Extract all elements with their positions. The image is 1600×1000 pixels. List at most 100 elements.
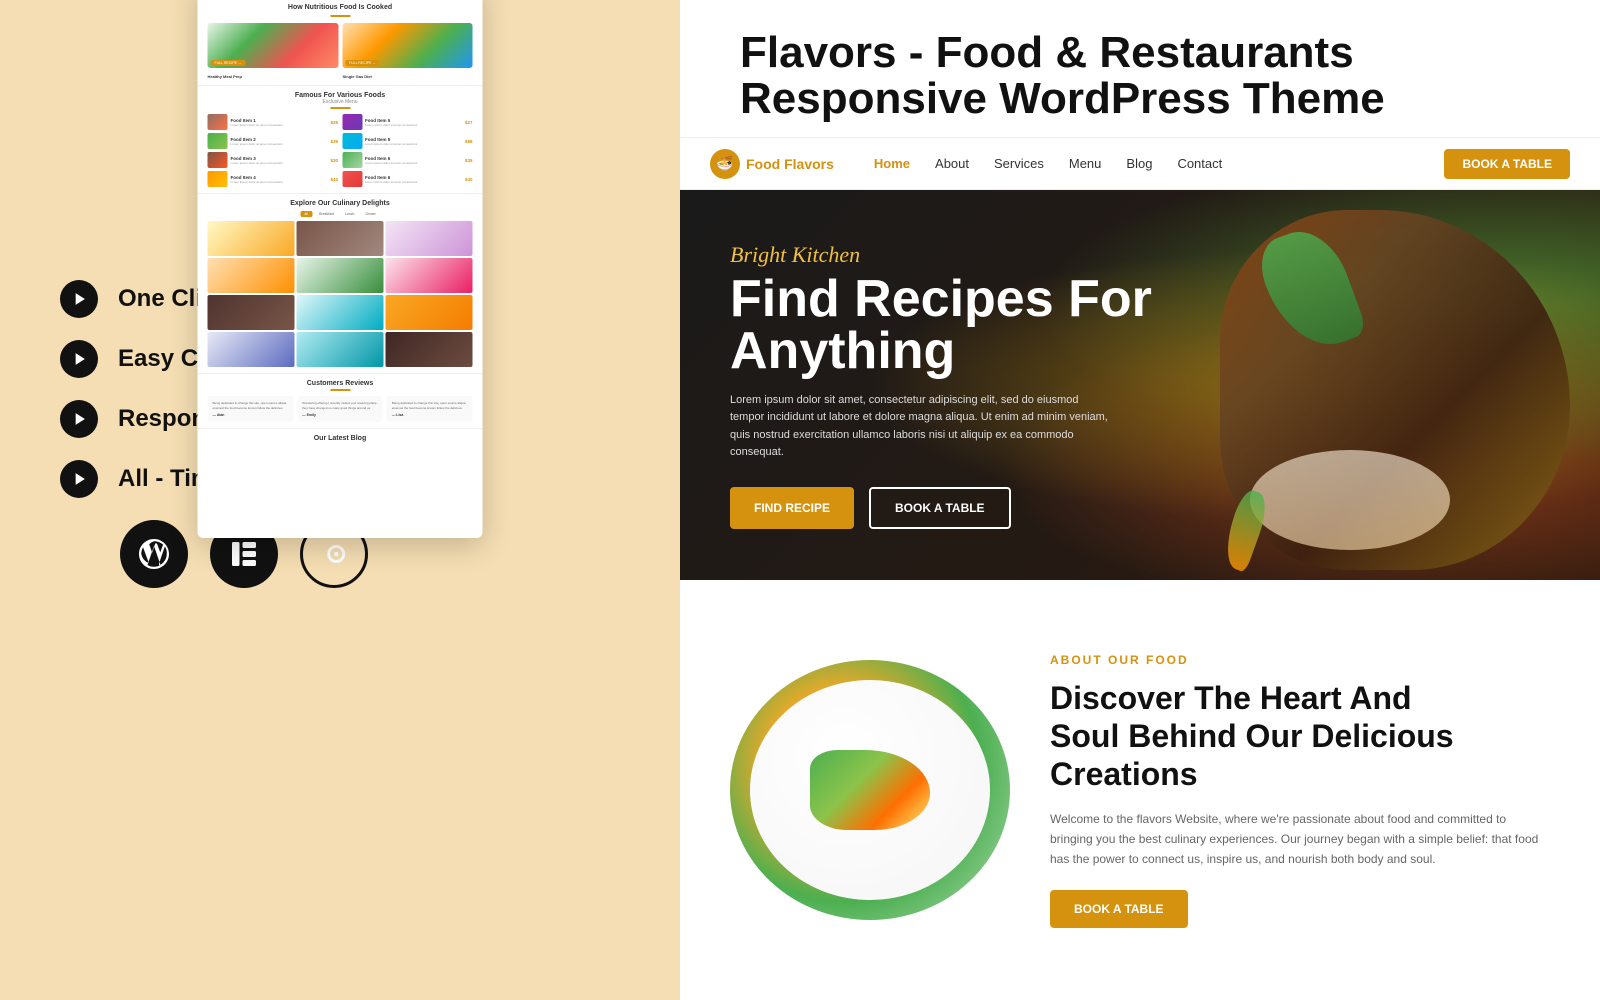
menu-row-6: Food Item 5 Lorem ipsum dolor sit amet c…	[342, 133, 473, 149]
tab-all[interactable]: All	[300, 211, 312, 217]
nav-logo: 🍜 Food Flavors	[710, 149, 834, 179]
nav-link-blog[interactable]: Blog	[1126, 156, 1152, 171]
about-label: ABOUT OUR FOOD	[1050, 653, 1550, 667]
cul-img-3	[386, 221, 473, 256]
nav-logo-text: Food Flavors	[746, 156, 834, 172]
mockup-s2-title: Famous For Various Foods	[208, 92, 473, 99]
food-bowl-decor	[1250, 450, 1450, 550]
menu-img-1	[208, 114, 228, 130]
menu-row-2: Food Item 2 Lorem ipsum dolor sit amet c…	[208, 133, 339, 149]
menu-price-3: $30	[330, 158, 338, 163]
nav-logo-icon: 🍜	[710, 149, 740, 179]
hero-subtitle: Bright Kitchen	[730, 242, 1152, 268]
review-1: Being dedicated to change this site, ope…	[208, 396, 294, 422]
about-content: ABOUT OUR FOOD Discover The Heart AndSou…	[1050, 653, 1550, 928]
mockup-s1-divider	[330, 15, 350, 17]
demo-hero: Bright Kitchen Find Recipes ForAnything …	[680, 190, 1600, 580]
about-food-decoration	[810, 750, 930, 830]
demo-navbar: 🍜 Food Flavors Home About Services Menu …	[680, 138, 1600, 190]
menu-desc-7: Lorem ipsum dolor sit amet consectetur	[365, 161, 462, 165]
culinary-grid	[208, 221, 473, 367]
tab-dinner[interactable]: Dinner	[361, 211, 379, 217]
page-container: How Nutritious Food Is Cooked FULL RECIP…	[0, 0, 1600, 1000]
nav-book-button[interactable]: BOOK A TABLE	[1444, 149, 1570, 179]
nav-link-about[interactable]: About	[935, 156, 969, 171]
menu-price-8: $40	[465, 177, 473, 182]
mockup-section-1: How Nutritious Food Is Cooked FULL RECIP…	[198, 0, 483, 86]
menu-price-5: $27	[465, 120, 473, 125]
mockup-s4-title: Customers Reviews	[208, 380, 473, 387]
mockup-menu-left: Food Item 1 Lorem ipsum dolor sit amet c…	[208, 114, 339, 187]
menu-img-6	[342, 133, 362, 149]
cul-img-11	[297, 332, 384, 367]
find-recipe-button[interactable]: FIND RECIPE	[730, 487, 854, 529]
hero-description: Lorem ipsum dolor sit amet, consectetur …	[730, 392, 1110, 462]
cul-img-7	[208, 295, 295, 330]
menu-desc-2: Lorem ipsum dolor sit amet consectetur	[231, 142, 328, 146]
feature-icon-1	[60, 280, 98, 318]
tab-breakfast[interactable]: Breakfast	[315, 211, 338, 217]
about-book-button[interactable]: BOOK A TABLE	[1050, 890, 1188, 928]
demo-website: 🍜 Food Flavors Home About Services Menu …	[680, 137, 1600, 1000]
hero-buttons: FIND RECIPE BOOK A TABLE	[730, 487, 1152, 529]
menu-info-2: Food Item 2 Lorem ipsum dolor sit amet c…	[231, 137, 328, 146]
theme-title-line1: Flavors - Food & Restaurants	[740, 28, 1354, 77]
menu-desc-1: Lorem ipsum dolor sit amet consectetur	[231, 123, 328, 127]
mockup-section-5: Our Latest Blog	[198, 429, 483, 452]
menu-info-7: Food Item 6 Lorem ipsum dolor sit amet c…	[365, 156, 462, 165]
hero-content: Bright Kitchen Find Recipes ForAnything …	[730, 242, 1152, 529]
mockup-s5-title: Our Latest Blog	[208, 435, 473, 442]
mockup-s3-title: Explore Our Culinary Delights	[208, 200, 473, 207]
right-panel: Flavors - Food & Restaurants Responsive …	[680, 0, 1600, 1000]
mockup-section-4: Customers Reviews Being dedicated to cha…	[198, 374, 483, 429]
mockup-section-3: Explore Our Culinary Delights All Breakf…	[198, 194, 483, 374]
menu-row-5: Food Item 5 Lorem ipsum dolor sit amet c…	[342, 114, 473, 130]
about-heading: Discover The Heart AndSoul Behind Our De…	[1050, 679, 1550, 794]
menu-img-2	[208, 133, 228, 149]
theme-title-section: Flavors - Food & Restaurants Responsive …	[680, 0, 1600, 137]
menu-info-1: Food Item 1 Lorem ipsum dolor sit amet c…	[231, 118, 328, 127]
reviewer-2: — Emily	[302, 413, 378, 417]
menu-img-3	[208, 152, 228, 168]
nav-link-services[interactable]: Services	[994, 156, 1044, 171]
food-img-salad: FULL RECIPE →	[208, 23, 339, 68]
review-1-text: Being dedicated to change this site, ope…	[213, 401, 289, 410]
menu-price-1: $25	[330, 120, 338, 125]
cul-img-10	[208, 332, 295, 367]
feature-icon-3	[60, 400, 98, 438]
menu-img-8	[342, 171, 362, 187]
mockup-s2-divider	[330, 107, 350, 109]
about-plate	[750, 680, 990, 900]
reviewer-1: — Alan	[213, 413, 289, 417]
nav-link-home[interactable]: Home	[874, 156, 910, 171]
menu-desc-3: Lorem ipsum dolor sit amet consectetur	[231, 161, 328, 165]
menu-img-7	[342, 152, 362, 168]
mockup-s4-divider	[330, 389, 350, 391]
review-2: Wondering offering I recently visited yo…	[297, 396, 383, 422]
menu-price-7: $35	[465, 158, 473, 163]
feature-icon-2	[60, 340, 98, 378]
nav-link-contact[interactable]: Contact	[1177, 156, 1222, 171]
menu-desc-4: Lorem ipsum dolor sit amet consectetur	[231, 180, 328, 184]
about-food-image	[730, 660, 1010, 920]
cul-img-4	[208, 258, 295, 293]
menu-price-6: $88	[465, 139, 473, 144]
tab-lunch[interactable]: Lunch	[341, 211, 359, 217]
book-table-button[interactable]: BOOK A TABLE	[869, 487, 1011, 529]
food-img-bowl: FULL RECIPE →	[342, 23, 473, 68]
menu-row-8: Food Item 6 Lorem ipsum dolor sit amet c…	[342, 171, 473, 187]
menu-info-3: Food Item 3 Lorem ipsum dolor sit amet c…	[231, 156, 328, 165]
recipe-btn-1[interactable]: FULL RECIPE →	[211, 60, 246, 66]
cul-img-2	[297, 221, 384, 256]
theme-title: Flavors - Food & Restaurants Responsive …	[740, 30, 1540, 122]
recipe-btn-2[interactable]: FULL RECIPE →	[345, 60, 380, 66]
review-cards: Being dedicated to change this site, ope…	[208, 396, 473, 422]
caption-2: Single Gas Diet	[343, 74, 473, 79]
caption-1: Healthy Meal Prep	[208, 74, 338, 79]
nav-link-menu[interactable]: Menu	[1069, 156, 1102, 171]
review-2-text: Wondering offering I recently visited yo…	[302, 401, 378, 410]
mockup-menu-right: Food Item 5 Lorem ipsum dolor sit amet c…	[342, 114, 473, 187]
wordpress-icon	[120, 520, 188, 588]
menu-desc-5: Lorem ipsum dolor sit amet consectetur	[365, 123, 462, 127]
mockup-captions: Healthy Meal Prep Single Gas Diet	[208, 74, 473, 79]
